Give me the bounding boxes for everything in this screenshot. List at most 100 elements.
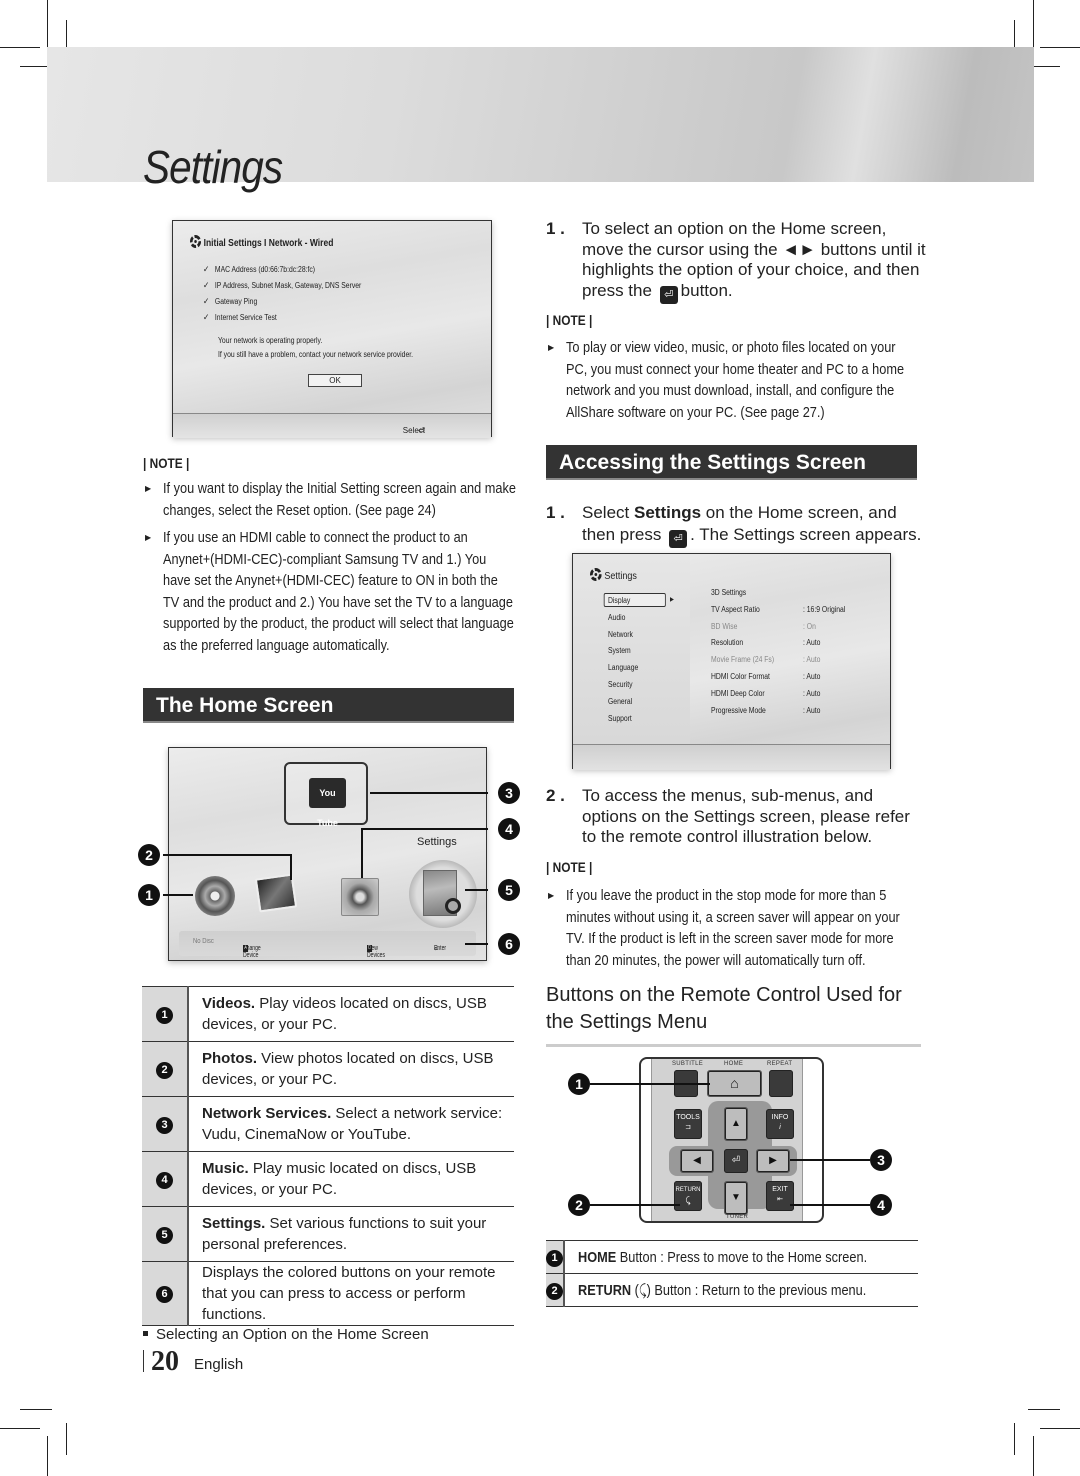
remote-control-illustration: SUBTITLE HOME REPEAT ⌂ TOOLS ⊐ INFO i ▲ ◀ … — [639, 1057, 824, 1223]
table-row: 3 Network Services. Select a network serv… — [142, 1096, 514, 1152]
menu-item-security[interactable]: Security — [608, 680, 638, 697]
callout-2: 2 — [138, 844, 160, 866]
menu-item-display[interactable]: Display ▶ — [603, 593, 674, 613]
arrow-down-icon: ▼ — [731, 1192, 741, 1203]
settings-screenshot: Settings Display ▶ Audio Network System L… — [572, 553, 891, 770]
arrow-left-icon: ◀ — [693, 1155, 701, 1166]
callout-6: 6 — [498, 933, 520, 955]
menu-item-audio[interactable]: Audio — [608, 613, 638, 630]
crop-mark — [1040, 47, 1080, 48]
up-button[interactable]: ▲ — [724, 1107, 748, 1141]
crop-mark — [47, 1436, 48, 1476]
crop-mark — [0, 47, 40, 48]
arrow-right-icon: ▶ — [670, 597, 674, 603]
home-icon: ⌂ — [730, 1075, 739, 1091]
enter-button[interactable]: ⏎ — [724, 1149, 748, 1173]
option-row-disabled: BD Wise: On — [711, 621, 816, 631]
return-button[interactable]: RETURN ⤹ — [674, 1181, 702, 1211]
settings-screen-title: Settings — [590, 568, 637, 582]
row-number-badge: 2 — [546, 1282, 563, 1300]
table-row: 6 Displays the colored buttons on your re… — [142, 1261, 514, 1326]
callout-4: 4 — [498, 818, 520, 840]
tools-button[interactable]: TOOLS ⊐ — [674, 1109, 702, 1139]
gear-icon — [445, 898, 461, 914]
note-item: If you want to display the Initial Setti… — [143, 478, 518, 521]
home-button[interactable]: ⌂ — [707, 1070, 762, 1097]
tools-icon: ⊐ — [685, 1124, 691, 1131]
option-row[interactable]: HDMI Deep Color: Auto — [711, 689, 871, 706]
crop-mark — [1040, 1428, 1080, 1429]
leader-line — [163, 894, 193, 896]
crop-mark — [1028, 1409, 1060, 1410]
ok-button[interactable]: OK — [308, 374, 362, 387]
callout-3: 3 — [498, 782, 520, 804]
menu-item-network[interactable]: Network — [608, 630, 638, 647]
home-settings-label: Settings — [417, 836, 457, 848]
screen-footer — [573, 744, 890, 770]
crop-mark — [47, 0, 48, 48]
videos-film-reel-icon[interactable] — [195, 876, 235, 916]
menu-item-language[interactable]: Language — [608, 663, 638, 680]
note-list: If you want to display the Initial Setti… — [143, 478, 518, 662]
row-number-badge: 1 — [546, 1249, 563, 1267]
row-number-badge: 3 — [156, 1116, 173, 1134]
leader-line — [370, 792, 488, 794]
repeat-button[interactable] — [769, 1070, 793, 1097]
crop-mark — [66, 1423, 67, 1455]
note-item: To play or view video, music, or photo f… — [546, 337, 921, 423]
gear-icon — [190, 235, 202, 248]
no-disc-status: No Disc — [193, 938, 214, 945]
option-row[interactable]: Resolution: Auto — [711, 638, 871, 655]
leader-line — [465, 889, 488, 891]
leader-line — [163, 854, 291, 856]
menu-item-system[interactable]: System — [608, 646, 638, 663]
note-list: If you leave the product in the stop mod… — [546, 885, 921, 977]
leader-line — [361, 828, 363, 878]
settings-icon[interactable] — [409, 860, 477, 928]
gear-icon — [590, 568, 602, 581]
table-row: 5 Settings. Set various functions to suit… — [142, 1206, 514, 1262]
checkmark-icon: ✓ — [203, 264, 210, 274]
row-number-badge: 6 — [156, 1286, 173, 1303]
check-item: ✓ Internet Service Test — [203, 312, 277, 322]
callout-1: 1 — [138, 884, 160, 906]
enter-button-icon: ⏎ — [669, 530, 688, 548]
callout-4: 4 — [870, 1194, 892, 1216]
note-label: | NOTE | — [546, 312, 593, 328]
step-access-menus: 2 . To access the menus, sub-menus, and … — [546, 786, 910, 846]
exit-button[interactable]: EXIT ⇤ — [766, 1181, 794, 1211]
option-row[interactable]: Progressive Mode: Auto — [711, 706, 871, 723]
row-number-badge: 2 — [156, 1061, 173, 1079]
step-select-option: 1 . To select an option on the Home scre… — [546, 219, 926, 304]
network-services-highlight[interactable]: You Tube — [284, 762, 368, 828]
checkmark-icon: ✓ — [203, 280, 210, 290]
remote-buttons-heading: Buttons on the Remote Control Used for t… — [546, 982, 921, 1047]
enter-button-icon: ⏎ — [659, 285, 678, 304]
menu-item-support[interactable]: Support — [608, 714, 638, 731]
leader-line — [465, 943, 488, 945]
crop-mark — [20, 1409, 52, 1410]
row-number-badge: 1 — [156, 1006, 173, 1024]
page-title: Settings — [143, 141, 283, 193]
note-label: | NOTE | — [546, 859, 593, 875]
remote-buttons-table: 1 HOME Button : Press to move to the Home… — [546, 1240, 919, 1307]
checkmark-icon: ✓ — [203, 312, 210, 322]
settings-menu: Display ▶ Audio Network System Language S… — [603, 593, 674, 731]
info-button[interactable]: INFO i — [766, 1109, 794, 1139]
menu-item-general[interactable]: General — [608, 697, 638, 714]
network-check-list: ✓ MAC Address (d0:66:7b:dc:28:fc) ✓ IP Add… — [203, 264, 361, 328]
option-row[interactable]: TV Aspect Ratio: 16:9 Original — [711, 605, 871, 622]
table-row: 1 Videos. Play videos located on discs, U… — [142, 986, 514, 1042]
music-cd-icon[interactable] — [341, 878, 379, 916]
display-options: 3D Settings TV Aspect Ratio: 16:9 Origin… — [711, 588, 871, 722]
enter-icon: ⏎ — [731, 1155, 741, 1166]
row-number-badge: 5 — [156, 1226, 173, 1244]
down-button[interactable]: ▼ — [724, 1181, 748, 1215]
divider — [143, 1350, 144, 1372]
left-button[interactable]: ◀ — [680, 1149, 714, 1173]
right-button[interactable]: ▶ — [756, 1149, 790, 1173]
option-row[interactable]: 3D Settings — [711, 588, 871, 605]
section-heading-home-screen: The Home Screen — [143, 688, 514, 723]
callout-3: 3 — [870, 1149, 892, 1171]
option-row[interactable]: HDMI Color Format: Auto — [711, 672, 871, 689]
